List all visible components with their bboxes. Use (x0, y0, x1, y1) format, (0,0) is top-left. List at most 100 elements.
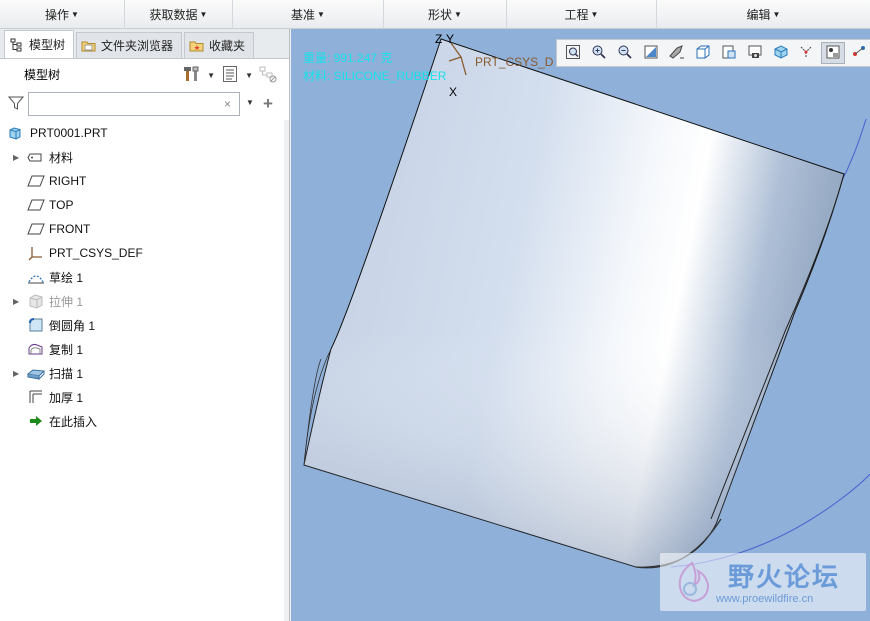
perspective-button[interactable] (743, 42, 767, 64)
tree-search-input[interactable] (28, 92, 240, 116)
datum-plane-icon (27, 221, 45, 237)
spin-center-icon (798, 44, 816, 63)
tree-item-label: RIGHT (49, 174, 87, 188)
ribbon-group-shapes[interactable]: 形状 ▼ (384, 0, 507, 29)
thicken-icon (27, 389, 45, 405)
zoom-in-icon (591, 44, 607, 63)
model-tree-icon (9, 37, 25, 53)
tree-item-insert-here[interactable]: 在此插入 (0, 410, 284, 432)
spin-center-button[interactable] (795, 42, 819, 64)
tree-item-label: 在此插入 (49, 414, 98, 429)
saved-views-icon (695, 44, 711, 63)
tab-favorites[interactable]: 收藏夹 (184, 32, 255, 58)
section-icon (773, 44, 789, 63)
tree-tools: ▼ ▼ (181, 65, 279, 85)
tree-item-sketch[interactable]: 草绘 1 (0, 266, 284, 288)
zoom-in-button[interactable] (587, 42, 611, 64)
graphics-viewport[interactable]: 重量: 991.247 克 材料: SILICONE_RUBBER Z Y X … (291, 29, 870, 621)
expand-arrow-icon[interactable]: ▶ (13, 153, 19, 162)
tree-item-label: 草绘 1 (49, 270, 84, 285)
clear-icon[interactable]: × (224, 97, 231, 111)
ribbon-group-engineering[interactable]: 工程 ▼ (507, 0, 657, 29)
ribbon-group-editing[interactable]: 编辑 ▼ (657, 0, 870, 29)
chevron-down-icon[interactable]: ▼ (246, 98, 254, 107)
tree-item-label: 拉伸 1 (49, 294, 84, 309)
tree-item-label: TOP (49, 198, 74, 212)
csys-icon (27, 245, 45, 261)
repaint-button[interactable] (639, 42, 663, 64)
tree-scrollbar[interactable] (284, 120, 289, 621)
insert-arrow-icon (27, 413, 45, 429)
annotation-display-icon (825, 44, 841, 63)
add-icon[interactable]: + (263, 94, 273, 114)
tab-model-tree[interactable]: 模型树 (4, 30, 75, 58)
view-manager-icon (721, 44, 737, 63)
tree-item-label: PRT_CSYS_DEF (49, 246, 143, 260)
settings-button[interactable] (181, 65, 203, 85)
filter-icon[interactable] (7, 95, 25, 114)
extrude-icon (27, 293, 45, 309)
zoom-out-button[interactable] (613, 42, 637, 64)
mass-readout: 重量: 991.247 克 (303, 51, 393, 65)
ribbon-group-datum[interactable]: 基准 ▼ (233, 0, 384, 29)
tree-item-top[interactable]: TOP (0, 194, 284, 216)
list-icon (222, 65, 238, 86)
chevron-down-icon[interactable]: ▼ (207, 71, 215, 80)
datum-plane-icon (27, 173, 45, 189)
chevron-down-icon: ▼ (590, 10, 599, 19)
chevron-down-icon: ▼ (454, 10, 462, 19)
datum-display-button[interactable] (847, 42, 870, 64)
material-readout: 材料: SILICONE_RUBBER (303, 69, 447, 83)
tree-item-label: FRONT (49, 222, 91, 236)
refit-icon (565, 44, 581, 63)
panel-title: 模型树 (24, 67, 61, 82)
tree-item-label: 扫描 1 (49, 366, 84, 381)
part-shading (304, 39, 844, 568)
tree-item-csys[interactable]: PRT_CSYS_DEF (0, 242, 284, 264)
ribbon-group-bar: 操作 ▼ 获取数据 ▼ 基准 ▼ 形状 ▼ 工程 ▼ 编辑 ▼ (0, 0, 870, 29)
expand-arrow-icon[interactable]: ▶ (13, 369, 19, 378)
expand-arrow-icon[interactable]: ▶ (13, 297, 19, 306)
tree-item-thicken[interactable]: 加厚 1 (0, 386, 284, 408)
tree-item-copy[interactable]: 复制 1 (0, 338, 284, 360)
tree-item-material[interactable]: ▶ 材料 (0, 146, 284, 168)
tree-filter-button[interactable] (257, 65, 279, 85)
display-style-button[interactable] (665, 42, 689, 64)
tree-item-label: 加厚 1 (49, 390, 84, 405)
tree-item-label: 材料 (49, 150, 74, 165)
ribbon-group-operations[interactable]: 操作 ▼ (0, 0, 125, 29)
chevron-down-icon: ▼ (317, 10, 325, 19)
chevron-down-icon[interactable]: ▼ (245, 71, 253, 80)
model-tree: PRT0001.PRT ▶ 材料 RIGHT TOP FRONT PRT_CSY… (0, 120, 284, 621)
round-icon (27, 317, 45, 333)
saved-views-button[interactable] (691, 42, 715, 64)
forum-watermark: 野火论坛 www.proewildfire.cn (660, 553, 866, 611)
datum-display-icon (851, 44, 867, 63)
annotation-display-button[interactable] (821, 42, 845, 64)
ribbon-group-get-data[interactable]: 获取数据 ▼ (125, 0, 233, 29)
axis-x-label: X (449, 85, 458, 99)
tree-item-sweep[interactable]: ▶ 扫描 1 (0, 362, 284, 384)
tree-item-label: 复制 1 (49, 342, 84, 357)
tree-item-part[interactable]: PRT0001.PRT (0, 122, 284, 144)
tree-item-round[interactable]: 倒圆角 1 (0, 314, 284, 336)
refit-button[interactable] (561, 42, 585, 64)
graphics-toolbar (556, 39, 870, 67)
navigator-tabs: 模型树 文件夹浏览器 收藏夹 (0, 29, 289, 59)
watermark-url: www.proewildfire.cn (716, 593, 814, 605)
chevron-down-icon: ▼ (199, 10, 208, 19)
tree-item-label: 倒圆角 1 (49, 318, 96, 333)
show-button[interactable] (219, 65, 241, 85)
hidden-items-icon (258, 65, 278, 86)
view-manager-button[interactable] (717, 42, 741, 64)
tree-search-row: × ▼ + (0, 89, 289, 119)
tab-folder-browser[interactable]: 文件夹浏览器 (76, 32, 183, 58)
chevron-down-icon: ▼ (772, 10, 781, 19)
tree-item-front[interactable]: FRONT (0, 218, 284, 240)
tree-item-label: PRT0001.PRT (30, 126, 108, 140)
section-button[interactable] (769, 42, 793, 64)
material-icon (27, 149, 45, 165)
folder-browser-icon (81, 38, 97, 54)
tree-item-right[interactable]: RIGHT (0, 170, 284, 192)
tree-item-extrude[interactable]: ▶ 拉伸 1 (0, 290, 284, 312)
